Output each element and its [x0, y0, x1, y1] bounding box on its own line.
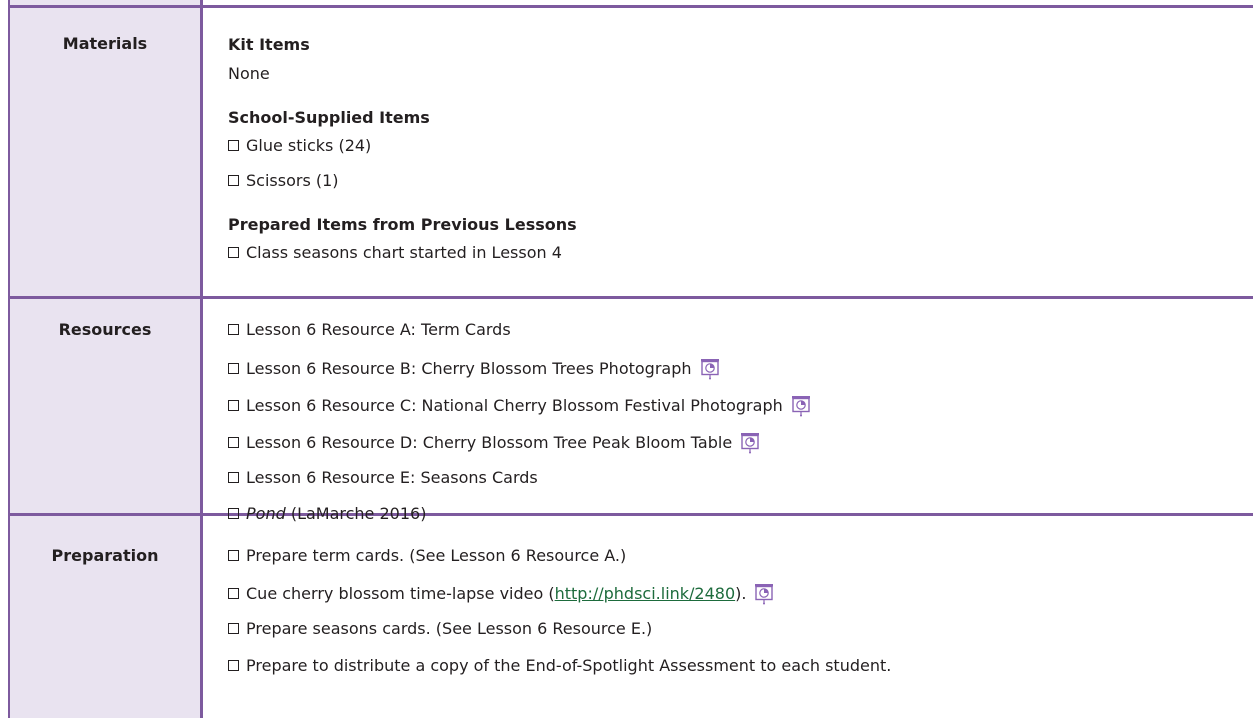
resource-item-d[interactable]: Lesson 6 Resource D: Cherry Blossom Tree…: [228, 431, 760, 454]
kit-items-text: None: [228, 64, 270, 83]
prep-item-video[interactable]: Cue cherry blossom time-lapse video (htt…: [228, 582, 774, 605]
checkbox[interactable]: [228, 472, 239, 483]
checklist-item-seasons-chart[interactable]: Class seasons chart started in Lesson 4: [228, 243, 562, 262]
book-title: Pond: [246, 504, 286, 523]
projector-screen-icon: [791, 396, 810, 417]
kit-items-value: None: [228, 64, 270, 83]
checkbox[interactable]: [228, 324, 239, 335]
row-divider-1: [8, 296, 1253, 299]
projector-screen-icon: [741, 433, 760, 454]
column-divider: [200, 0, 203, 718]
book-citation: (LaMarche 2016): [285, 504, 427, 523]
kit-items-heading: Kit Items: [228, 35, 310, 54]
prep-item-assessment[interactable]: Prepare to distribute a copy of the End-…: [228, 656, 891, 675]
prepared-items-heading: Prepared Items from Previous Lessons: [228, 215, 577, 234]
checkbox[interactable]: [228, 362, 239, 374]
video-link[interactable]: http://phdsci.link/2480: [555, 584, 736, 603]
checkbox[interactable]: [228, 587, 239, 599]
resource-item-c[interactable]: Lesson 6 Resource C: National Cherry Blo…: [228, 394, 811, 417]
checkbox[interactable]: [228, 623, 239, 634]
resource-item-pond[interactable]: Pond (LaMarche 2016): [228, 504, 426, 523]
prep-item-term-cards[interactable]: Prepare term cards. (See Lesson 6 Resour…: [228, 546, 626, 565]
checkbox[interactable]: [228, 660, 239, 671]
resource-item-a[interactable]: Lesson 6 Resource A: Term Cards: [228, 320, 511, 339]
lesson-materials-table: Materials Kit Items None School-Supplied…: [0, 0, 1253, 718]
checkbox[interactable]: [228, 175, 239, 186]
checkbox[interactable]: [228, 436, 239, 448]
school-supplied-heading: School-Supplied Items: [228, 108, 430, 127]
resources-label: Resources: [58, 320, 152, 339]
resource-item-b[interactable]: Lesson 6 Resource B: Cherry Blossom Tree…: [228, 357, 720, 380]
label-column: [8, 0, 200, 718]
row-divider-2: [8, 513, 1253, 516]
projector-screen-icon: [700, 359, 719, 380]
table-left-border: [8, 0, 10, 718]
checkbox[interactable]: [228, 550, 239, 561]
projector-screen-icon: [755, 584, 774, 605]
table-top-border: [8, 5, 1253, 8]
checkbox[interactable]: [228, 247, 239, 258]
preparation-label: Preparation: [51, 546, 159, 565]
checkbox[interactable]: [228, 140, 239, 151]
checkbox[interactable]: [228, 508, 239, 519]
checklist-item-scissors[interactable]: Scissors (1): [228, 171, 339, 190]
resource-item-e[interactable]: Lesson 6 Resource E: Seasons Cards: [228, 468, 538, 487]
checklist-item-glue-sticks[interactable]: Glue sticks (24): [228, 136, 371, 155]
checkbox[interactable]: [228, 399, 239, 411]
materials-label: Materials: [62, 34, 148, 53]
prep-item-seasons-cards[interactable]: Prepare seasons cards. (See Lesson 6 Res…: [228, 619, 652, 638]
